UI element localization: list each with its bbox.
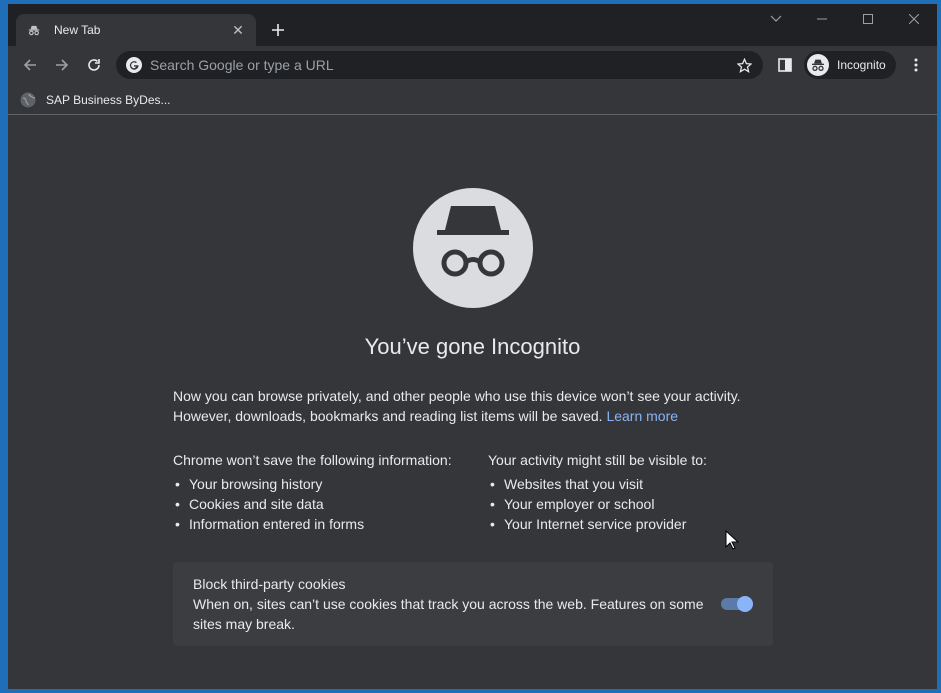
incognito-icon (807, 54, 829, 76)
still-visible-section: Your activity might still be visible to:… (488, 450, 707, 534)
toolbar: Incognito (8, 46, 937, 84)
intro-text: Now you can browse privately, and other … (173, 386, 773, 426)
incognito-icon (413, 188, 533, 308)
list-item: Cookies and site data (173, 494, 452, 514)
side-panel-icon[interactable] (774, 54, 796, 76)
close-icon[interactable]: ✕ (230, 22, 246, 38)
plus-icon[interactable] (266, 18, 290, 42)
browser-window: New Tab ✕ Search Google or type a URL In… (8, 4, 937, 689)
window-close-icon[interactable] (891, 4, 937, 34)
bookmark-item[interactable]: SAP Business ByDes... (20, 89, 171, 111)
star-icon[interactable] (735, 56, 753, 74)
page-title: You’ve gone Incognito (364, 334, 581, 359)
profile-button[interactable]: Incognito (804, 51, 896, 79)
wont-save-section: Chrome won’t save the following informat… (173, 450, 452, 534)
list-item: Your employer or school (488, 494, 707, 514)
learn-more-link[interactable]: Learn more (606, 408, 678, 424)
list-item: Your Internet service provider (488, 514, 707, 534)
intro-line-2: However, downloads, bookmarks and readin… (173, 406, 773, 426)
still-visible-heading: Your activity might still be visible to: (488, 452, 707, 468)
incognito-icon (26, 22, 42, 38)
window-controls (753, 4, 937, 36)
tab-search-chevron-icon[interactable] (753, 4, 799, 34)
tab-new-tab[interactable]: New Tab ✕ (16, 14, 256, 46)
list-item: Websites that you visit (488, 474, 707, 494)
search-input[interactable] (150, 57, 735, 73)
cookie-title: Block third-party cookies (193, 576, 346, 592)
tab-strip: New Tab ✕ (8, 4, 937, 46)
cookie-toggle[interactable] (721, 596, 753, 612)
globe-icon (20, 92, 36, 108)
mouse-cursor-icon (725, 530, 739, 550)
reload-icon[interactable] (82, 53, 106, 77)
cookie-description: When on, sites can’t use cookies that tr… (193, 596, 704, 632)
menu-icon[interactable] (906, 54, 926, 76)
tab-title: New Tab (54, 23, 101, 37)
maximize-icon[interactable] (845, 4, 891, 34)
intro-line-1: Now you can browse privately, and other … (173, 388, 741, 404)
back-icon[interactable] (18, 53, 42, 77)
intro-line-2-text: However, downloads, bookmarks and readin… (173, 408, 603, 424)
list-item: Information entered in forms (173, 514, 452, 534)
google-icon (126, 57, 142, 73)
incognito-page: You’ve gone Incognito Now you can browse… (8, 116, 937, 689)
profile-label: Incognito (837, 58, 886, 72)
list-item: Your browsing history (173, 474, 452, 494)
bookmarks-bar: SAP Business ByDes... (8, 84, 937, 115)
cookie-controls-card: Block third-party cookies When on, sites… (173, 562, 773, 646)
bookmark-label: SAP Business ByDes... (46, 93, 171, 107)
forward-icon[interactable] (50, 53, 74, 77)
wont-save-heading: Chrome won’t save the following informat… (173, 452, 452, 468)
toggle-knob (737, 596, 753, 612)
omnibox[interactable] (116, 51, 763, 79)
minimize-icon[interactable] (799, 4, 845, 34)
